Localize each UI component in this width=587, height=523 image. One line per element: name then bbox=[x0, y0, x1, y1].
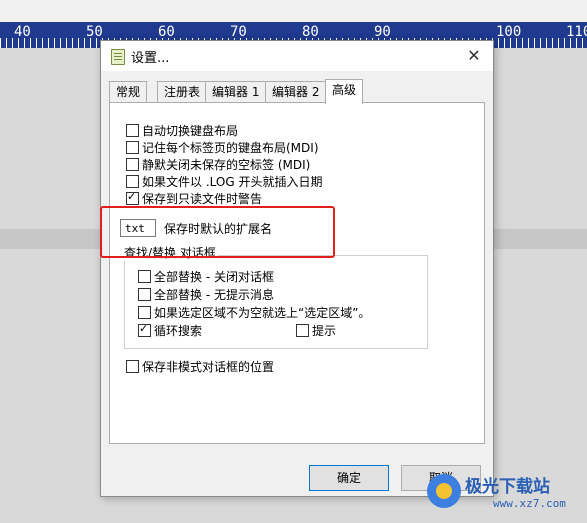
close-button[interactable]: ✕ bbox=[461, 44, 487, 68]
checkbox[interactable] bbox=[296, 324, 309, 337]
option-selection-region[interactable]: 如果选定区域不为空就选上“选定区域”。 bbox=[138, 305, 370, 321]
option-log-insert-date[interactable]: 如果文件以 .LOG 开头就插入日期 bbox=[126, 174, 322, 190]
option-label: 提示 bbox=[312, 324, 337, 338]
option-auto-switch-keyboard[interactable]: 自动切换键盘布局 bbox=[126, 123, 238, 139]
ok-button[interactable]: 确定 bbox=[309, 465, 389, 491]
option-label: 全部替换 - 关闭对话框 bbox=[154, 270, 274, 284]
checkbox[interactable] bbox=[126, 124, 139, 137]
option-remember-keyboard-per-tab[interactable]: 记住每个标签页的键盘布局(MDI) bbox=[126, 140, 319, 156]
option-label: 保存到只读文件时警告 bbox=[142, 192, 263, 206]
checkbox[interactable] bbox=[126, 158, 139, 171]
window-top-area bbox=[0, 0, 587, 22]
settings-dialog: 设置... ✕ 常规 注册表 编辑器 1 编辑器 2 高级 自动切换键盘布局 记… bbox=[100, 40, 494, 497]
checkbox-checked[interactable] bbox=[126, 190, 139, 205]
watermark-logo-icon bbox=[427, 474, 461, 508]
option-replace-all-silent[interactable]: 全部替换 - 无提示消息 bbox=[138, 287, 274, 303]
watermark: 极光下载站 www.xz7.com bbox=[425, 470, 585, 520]
advanced-panel: 自动切换键盘布局 记住每个标签页的键盘布局(MDI) 静默关闭未保存的空标签 (… bbox=[109, 102, 485, 444]
checkbox[interactable] bbox=[126, 141, 139, 154]
checkbox[interactable] bbox=[138, 288, 151, 301]
option-label: 保存非模式对话框的位置 bbox=[142, 360, 275, 374]
highlight-box bbox=[100, 206, 335, 258]
option-prompt[interactable]: 提示 bbox=[296, 323, 336, 339]
tab-general[interactable]: 常规 bbox=[109, 81, 148, 102]
option-label: 如果文件以 .LOG 开头就插入日期 bbox=[142, 175, 323, 189]
option-label: 全部替换 - 无提示消息 bbox=[154, 288, 274, 302]
tab-registry[interactable]: 注册表 bbox=[157, 81, 208, 102]
watermark-url: www.xz7.com bbox=[493, 497, 566, 510]
tab-editor-2[interactable]: 编辑器 2 bbox=[265, 81, 327, 102]
dialog-titlebar[interactable]: 设置... ✕ bbox=[101, 41, 493, 71]
option-label: 自动切换键盘布局 bbox=[142, 124, 239, 138]
option-wrap-search[interactable]: 循环搜索 bbox=[138, 322, 203, 339]
option-silent-close-empty-tab[interactable]: 静默关闭未保存的空标签 (MDI) bbox=[126, 157, 310, 173]
checkbox-checked[interactable] bbox=[138, 322, 151, 337]
tab-advanced[interactable]: 高级 bbox=[325, 79, 364, 104]
option-save-modeless-position[interactable]: 保存非模式对话框的位置 bbox=[126, 359, 274, 375]
option-label: 记住每个标签页的键盘布局(MDI) bbox=[142, 141, 319, 155]
tab-editor-1[interactable]: 编辑器 1 bbox=[205, 81, 267, 102]
option-label: 如果选定区域不为空就选上“选定区域”。 bbox=[154, 306, 371, 320]
option-label: 循环搜索 bbox=[154, 324, 203, 338]
option-label: 静默关闭未保存的空标签 (MDI) bbox=[142, 158, 311, 172]
checkbox[interactable] bbox=[126, 360, 139, 373]
checkbox[interactable] bbox=[138, 270, 151, 283]
option-replace-all-close[interactable]: 全部替换 - 关闭对话框 bbox=[138, 269, 274, 285]
notepad-icon bbox=[111, 49, 125, 65]
dialog-title: 设置... bbox=[131, 51, 170, 66]
option-readonly-warning[interactable]: 保存到只读文件时警告 bbox=[126, 190, 263, 207]
watermark-text: 极光下载站 bbox=[465, 477, 550, 497]
checkbox[interactable] bbox=[126, 175, 139, 188]
checkbox[interactable] bbox=[138, 306, 151, 319]
